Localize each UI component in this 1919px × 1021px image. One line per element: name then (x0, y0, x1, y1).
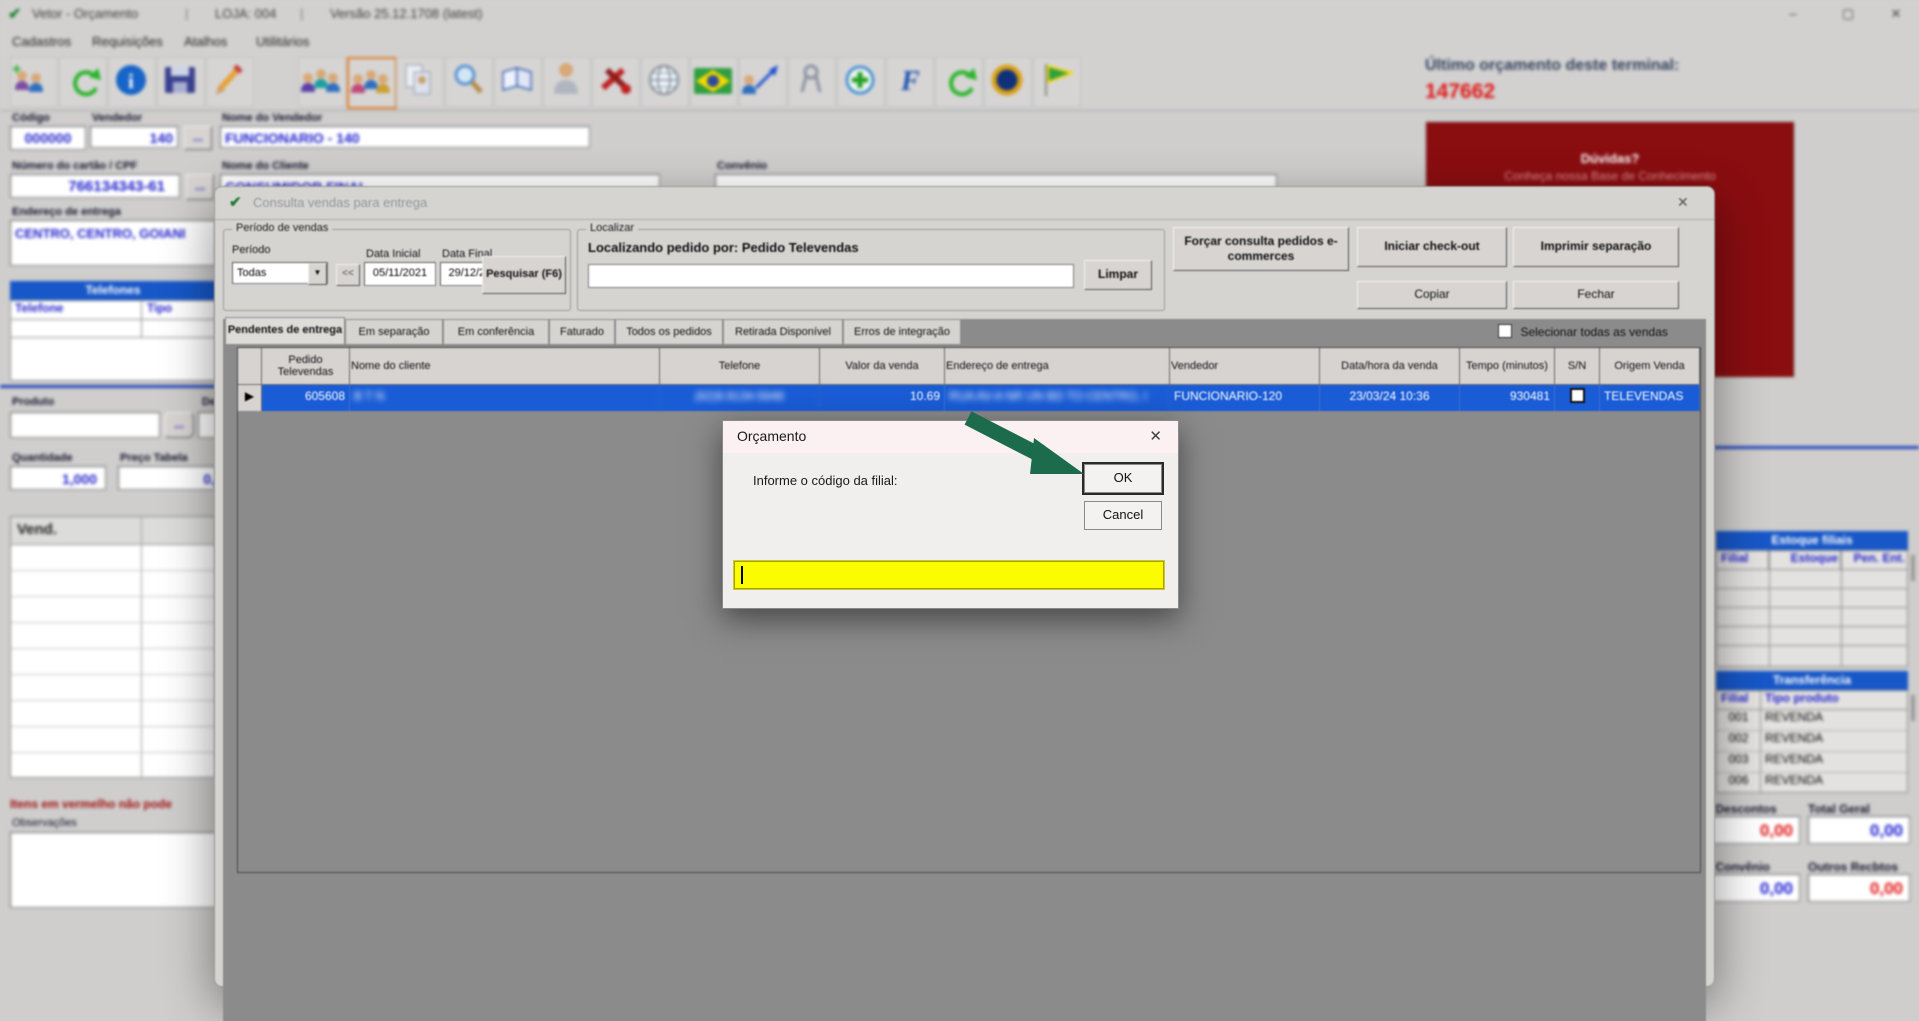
text-caret (741, 566, 743, 584)
filial-code-input[interactable] (734, 561, 1164, 589)
dialog-close-icon[interactable]: ✕ (1149, 427, 1162, 445)
screen: ✔ Vetor - Orçamento | LOJA: 004 | Versão… (0, 0, 1919, 1021)
dialog-title-text: Orçamento (737, 428, 807, 444)
dialog-message: Informe o código da filial: (753, 473, 898, 488)
annotation-arrow-icon (964, 411, 1084, 474)
dialog-layer: Orçamento ✕ Informe o código da filial: … (0, 0, 1919, 1021)
